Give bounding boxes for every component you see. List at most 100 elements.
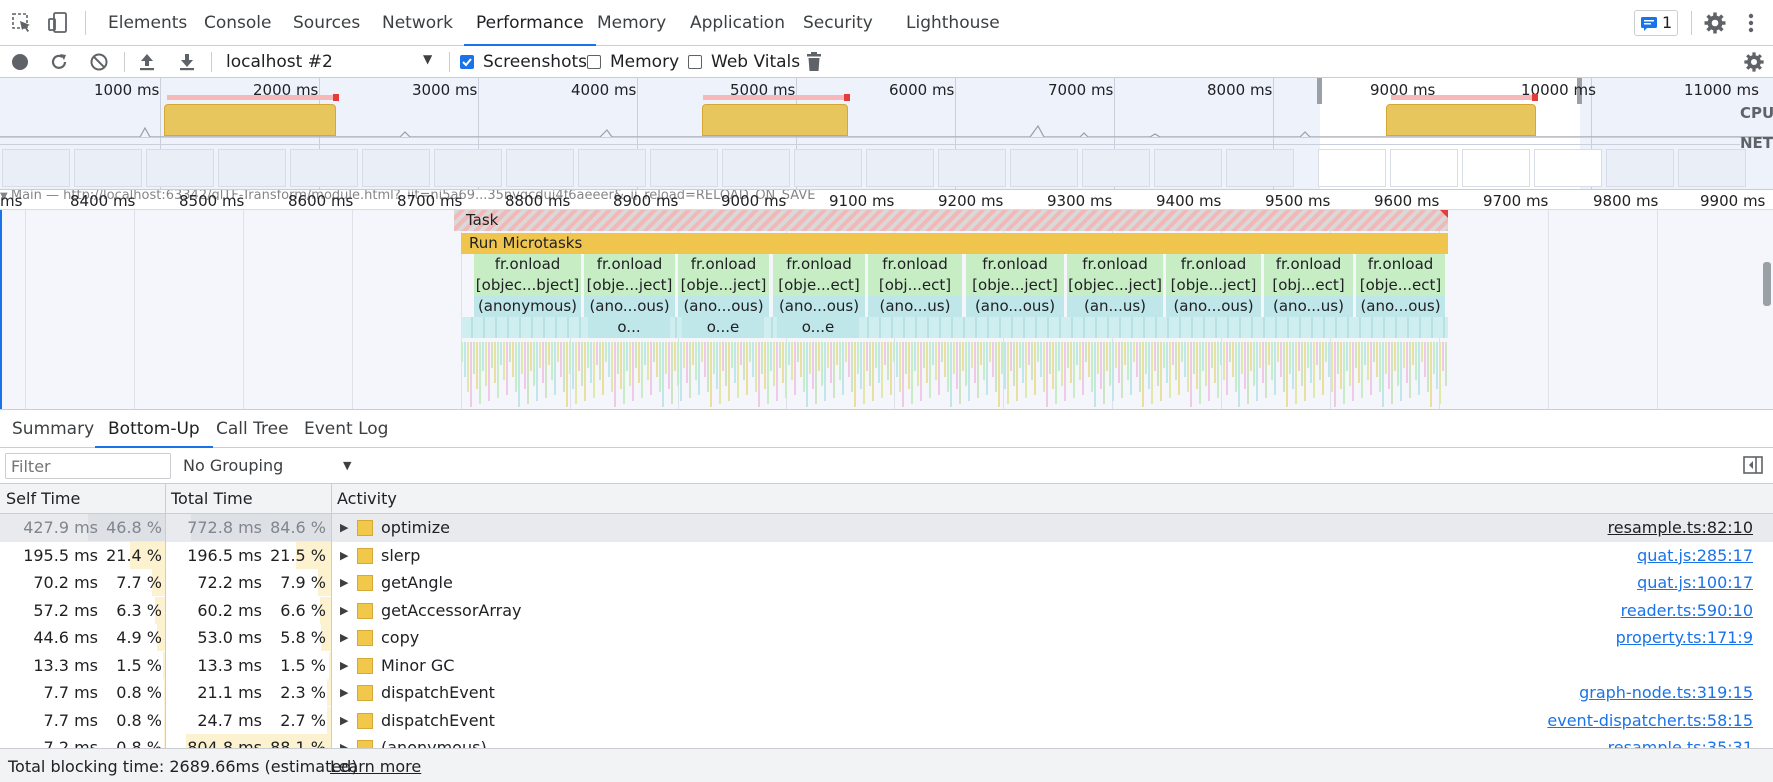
onload-bar[interactable]: fr.onload — [773, 254, 866, 275]
memory-checkbox[interactable] — [587, 55, 601, 69]
onload-bar[interactable]: fr.onload — [1067, 254, 1164, 275]
learn-more-link[interactable]: Learn more — [330, 757, 421, 776]
short-function-bar[interactable]: o... — [588, 317, 670, 338]
filter-input[interactable] — [5, 453, 171, 479]
tab-lighthouse[interactable]: Lighthouse — [906, 0, 1000, 46]
clear-icon[interactable] — [89, 52, 109, 72]
table-row[interactable]: 195.5 ms 21.4 % 196.5 ms 21.5 % ▶ slerp quat.j… — [0, 541, 1773, 570]
onload-bar[interactable]: fr.onload — [474, 254, 582, 275]
record-icon[interactable] — [12, 54, 28, 70]
anonymous-function-bar[interactable]: (an...us) — [1067, 296, 1164, 317]
expand-row-triangle-icon[interactable]: ▶ — [340, 707, 348, 734]
onload-bar[interactable]: fr.onload — [678, 254, 770, 275]
object-call-bar[interactable]: [objec...bject] — [474, 275, 582, 296]
table-row[interactable]: 13.3 ms 1.5 % 13.3 ms 1.5 % ▶ Minor GC — [0, 651, 1773, 680]
task-bar[interactable]: Task — [454, 210, 1448, 231]
short-function-bar[interactable]: o...e — [682, 317, 764, 338]
profile-select[interactable]: localhost #2 ▼ — [226, 52, 436, 72]
source-link[interactable]: quat.js:100:17 — [1637, 569, 1753, 596]
object-call-bar[interactable]: [objec...ject] — [1067, 275, 1164, 296]
source-link[interactable]: reader.ts:590:10 — [1621, 597, 1753, 624]
anonymous-function-bar[interactable]: (ano...ous) — [966, 296, 1065, 317]
activity-column-header[interactable]: Activity — [337, 484, 397, 514]
toggle-sidebar-icon[interactable] — [1743, 456, 1763, 474]
inspect-element-icon[interactable] — [11, 12, 33, 34]
reload-record-icon[interactable] — [49, 52, 69, 72]
expand-row-triangle-icon[interactable]: ▶ — [340, 679, 348, 706]
tab-summary[interactable]: Summary — [12, 410, 94, 448]
tab-network[interactable]: Network — [382, 0, 453, 46]
issues-badge[interactable]: 1 — [1634, 10, 1678, 36]
anonymous-function-bar[interactable]: (ano...us) — [1264, 296, 1354, 317]
anonymous-function-bar[interactable]: (ano...ous) — [1166, 296, 1262, 317]
onload-bar[interactable]: fr.onload — [1166, 254, 1262, 275]
table-row[interactable]: 7.7 ms 0.8 % 21.1 ms 2.3 % ▶ dispatchEvent gra… — [0, 679, 1773, 707]
source-link[interactable]: resample.ts:35:31 — [1608, 734, 1753, 748]
anonymous-function-bar[interactable]: (ano...ous) — [678, 296, 770, 317]
tab-elements[interactable]: Elements — [108, 0, 187, 46]
expand-row-triangle-icon[interactable]: ▶ — [340, 514, 348, 541]
source-link[interactable]: graph-node.ts:319:15 — [1579, 679, 1753, 706]
table-row[interactable]: 7.7 ms 0.8 % 24.7 ms 2.7 % ▶ dispatchEvent eve… — [0, 706, 1773, 735]
tab-event-log[interactable]: Event Log — [304, 410, 388, 448]
tab-call-tree[interactable]: Call Tree — [216, 410, 289, 448]
table-row[interactable]: 44.6 ms 4.9 % 53.0 ms 5.8 % ▶ copy property.ts… — [0, 624, 1773, 652]
source-link[interactable]: event-dispatcher.ts:58:15 — [1547, 707, 1753, 734]
self-time-column-header[interactable]: Self Time — [6, 484, 80, 514]
object-call-bar[interactable]: [obje...ect] — [773, 275, 866, 296]
tab-security[interactable]: Security — [803, 0, 873, 46]
tab-sources[interactable]: Sources — [293, 0, 360, 46]
object-call-bar[interactable]: [obje...ject] — [966, 275, 1065, 296]
anonymous-function-bar[interactable]: (ano...us) — [868, 296, 963, 317]
object-call-bar[interactable]: [obje...ject] — [678, 275, 770, 296]
more-options-icon[interactable] — [1746, 11, 1756, 35]
anonymous-function-bar[interactable]: (anonymous) — [474, 296, 582, 317]
web-vitals-checkbox[interactable] — [688, 55, 702, 69]
object-call-bar[interactable]: [obj...ect] — [868, 275, 963, 296]
main-track-header[interactable]: ▼ Main — http://localhost:63342/glTF-Tra… — [0, 190, 880, 200]
onload-bar[interactable]: fr.onload — [1356, 254, 1446, 275]
main-thread-flamechart[interactable]: Task Run Microtasks fr.onload fr.onload fr… — [0, 210, 1773, 410]
expand-row-triangle-icon[interactable]: ▶ — [340, 652, 348, 679]
anonymous-function-bar[interactable]: (ano...ous) — [584, 296, 676, 317]
table-row[interactable]: 57.2 ms 6.3 % 60.2 ms 6.6 % ▶ getAccessorArra… — [0, 596, 1773, 625]
source-link[interactable]: property.ts:171:9 — [1616, 624, 1753, 651]
capture-settings-gear-icon[interactable] — [1743, 51, 1765, 73]
grouping-select[interactable]: No Grouping ▼ — [183, 454, 358, 478]
tab-performance[interactable]: Performance — [464, 0, 596, 46]
object-call-bar[interactable]: [obje...ect] — [1356, 275, 1446, 296]
load-profile-icon[interactable] — [137, 51, 157, 73]
run-microtasks-bar[interactable]: Run Microtasks — [461, 233, 1448, 254]
table-row[interactable]: 7.2 ms 0.8 % 804.8 ms 88.1 % ▶ (anonymous) res… — [0, 734, 1773, 748]
expand-row-triangle-icon[interactable]: ▶ — [340, 624, 348, 651]
collect-garbage-icon[interactable] — [805, 51, 823, 73]
tab-memory[interactable]: Memory — [597, 0, 666, 46]
expand-row-triangle-icon[interactable]: ▶ — [340, 734, 348, 748]
object-call-bar[interactable]: [obj...ect] — [1264, 275, 1354, 296]
source-link[interactable]: quat.js:285:17 — [1637, 542, 1753, 569]
onload-bar[interactable]: fr.onload — [966, 254, 1065, 275]
tab-application[interactable]: Application — [690, 0, 785, 46]
timeline-overview[interactable]: 1000 ms 2000 ms 3000 ms 4000 ms 5000 ms … — [0, 78, 1773, 190]
tab-console[interactable]: Console — [204, 0, 272, 46]
anonymous-function-bar[interactable]: (ano...ous) — [1356, 296, 1446, 317]
expand-row-triangle-icon[interactable]: ▶ — [340, 569, 348, 596]
screenshots-checkbox[interactable] — [460, 55, 474, 69]
tab-bottom-up[interactable]: Bottom-Up — [95, 410, 213, 448]
source-link[interactable]: resample.ts:82:10 — [1608, 514, 1753, 541]
device-toolbar-icon[interactable] — [46, 11, 70, 35]
flamechart-scrollbar[interactable] — [1763, 262, 1771, 306]
anonymous-function-bar[interactable]: (ano...ous) — [773, 296, 866, 317]
expand-row-triangle-icon[interactable]: ▶ — [340, 597, 348, 624]
save-profile-icon[interactable] — [177, 51, 197, 73]
table-row[interactable]: 70.2 ms 7.7 % 72.2 ms 7.9 % ▶ getAngle quat.js… — [0, 569, 1773, 597]
settings-gear-icon[interactable] — [1703, 11, 1727, 35]
expand-row-triangle-icon[interactable]: ▶ — [340, 542, 348, 569]
total-time-column-header[interactable]: Total Time — [171, 484, 253, 514]
table-row[interactable]: 427.9 ms 46.8 % 772.8 ms 84.6 % ▶ optimize res… — [0, 514, 1773, 542]
object-call-bar[interactable]: [obje...ject] — [1166, 275, 1262, 296]
object-call-bar[interactable]: [obje...ject] — [584, 275, 676, 296]
onload-bar[interactable]: fr.onload — [1264, 254, 1354, 275]
selection-left-handle[interactable] — [1317, 78, 1322, 104]
short-function-bar[interactable]: o...e — [777, 317, 859, 338]
